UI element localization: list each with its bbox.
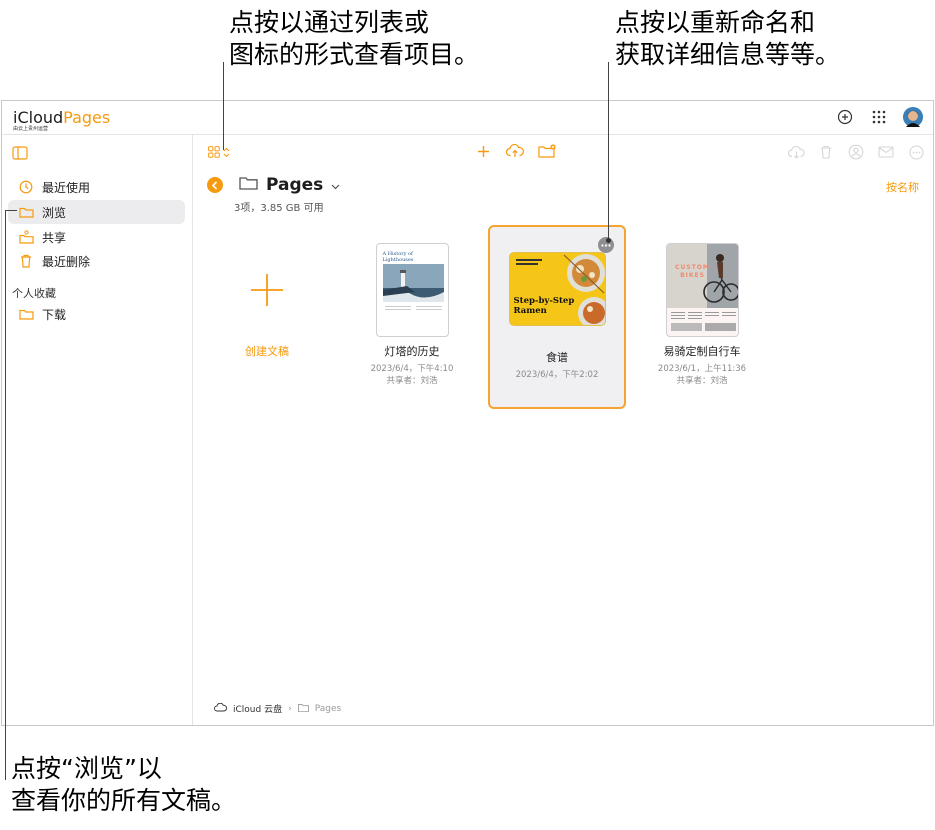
document-shared-by: 共享者：刘浩 [386, 376, 438, 386]
document-tile-recipe[interactable]: Step-by-Step Ramen 食谱 2023/6/4，下午2:02 [488, 225, 626, 409]
top-bar: iCloudPages 由云上贵州运营 [2, 101, 933, 135]
callout-leader-browse-tick [5, 210, 17, 211]
document-thumbnail: Step-by-Step Ramen [509, 253, 605, 325]
app-window: iCloudPages 由云上贵州运营 最近使用 浏览 共享 最近删除 个人收藏… [1, 100, 934, 726]
favorites-section-title: 个人收藏 [12, 287, 56, 300]
callout-leader-dot [606, 238, 611, 243]
callout-leader-browse [5, 210, 6, 780]
document-tile-bikes[interactable]: CUSTOM BIKES 易骑定制自行车 2023/6/1，上午11:36 共享… [632, 243, 772, 387]
sort-button[interactable]: 按名称 [886, 179, 919, 195]
document-name: 易骑定制自行车 [663, 345, 741, 358]
document-thumbnail: A History of Lighthouses [375, 243, 449, 337]
document-date: 2023/6/4，下午4:10 [370, 364, 454, 374]
folder-icon [239, 175, 258, 195]
cloud-icon [214, 702, 227, 715]
bike-image [666, 244, 738, 331]
add-circle-icon[interactable] [835, 107, 855, 127]
lighthouse-image [382, 264, 444, 310]
shared-folder-icon [18, 229, 34, 245]
callout-view-mode: 点按以通过列表或 图标的形式查看项目。 [229, 8, 480, 69]
path-current: Pages [314, 703, 342, 714]
delete-icon[interactable] [817, 143, 835, 161]
more-options-icon[interactable] [907, 143, 925, 161]
back-button[interactable] [207, 177, 223, 193]
document-shared-by: 共享者：刘浩 [676, 376, 728, 386]
download-icon[interactable] [787, 143, 805, 161]
mail-icon[interactable] [877, 143, 895, 161]
clock-icon [18, 179, 34, 195]
trash-icon [18, 253, 34, 269]
chevron-down-icon [331, 175, 340, 195]
chevron-updown-icon [223, 143, 230, 162]
new-document-icon[interactable] [474, 142, 492, 160]
folder-title-menu[interactable]: Pages [239, 175, 340, 195]
main-content: Pages 3项，3.85 GB 可用 按名称 创建文稿 A History o… [194, 135, 933, 725]
document-name: 灯塔的历史 [384, 345, 440, 358]
path-root[interactable]: iCloud 云盘 [233, 702, 282, 715]
document-tile-lighthouse[interactable]: A History of Lighthouses 灯塔的历史 2023/6/4，… [342, 243, 482, 387]
sidebar-item-downloads[interactable]: 下载 [8, 302, 185, 326]
chevron-left-icon [211, 180, 218, 190]
grid-view-icon [208, 143, 220, 162]
new-folder-icon[interactable] [538, 142, 556, 160]
document-name: 食谱 [546, 351, 568, 364]
callout-browse: 点按“浏览”以 查看你的所有文稿。 [11, 754, 237, 815]
chevron-right-icon: › [288, 703, 292, 714]
storage-info: 3项，3.85 GB 可用 [234, 203, 324, 214]
sidebar-toggle-icon[interactable] [12, 145, 28, 164]
upload-icon[interactable] [506, 142, 524, 160]
sidebar-item-shared[interactable]: 共享 [8, 225, 185, 249]
brand-subtitle: 由云上贵州运营 [13, 126, 49, 132]
folder-icon [18, 306, 34, 322]
avatar[interactable] [903, 107, 923, 127]
sidebar: 最近使用 浏览 共享 最近删除 个人收藏 下载 [2, 135, 193, 725]
sidebar-item-recent[interactable]: 最近使用 [8, 175, 185, 199]
sidebar-item-recently-deleted[interactable]: 最近删除 [8, 249, 185, 273]
document-date: 2023/6/1，上午11:36 [657, 364, 747, 374]
folder-icon [297, 703, 309, 715]
sidebar-item-browse[interactable]: 浏览 [8, 200, 185, 224]
callout-leader-more [608, 62, 609, 240]
collaborate-icon[interactable] [847, 143, 865, 161]
callout-more: 点按以重新命名和 获取详细信息等等。 [615, 8, 841, 69]
document-date: 2023/6/4，下午2:02 [515, 370, 599, 380]
app-grid-icon[interactable] [869, 107, 889, 127]
folder-icon [18, 204, 34, 220]
plus-icon [231, 243, 304, 337]
create-document-tile[interactable]: 创建文稿 [197, 243, 337, 359]
folder-title: Pages [266, 175, 324, 195]
path-bar: iCloud 云盘 › Pages [214, 702, 341, 715]
callout-leader-view [223, 62, 224, 150]
view-mode-toggle[interactable] [208, 143, 230, 162]
document-thumbnail: CUSTOM BIKES [665, 243, 739, 337]
create-document-label: 创建文稿 [245, 345, 289, 358]
